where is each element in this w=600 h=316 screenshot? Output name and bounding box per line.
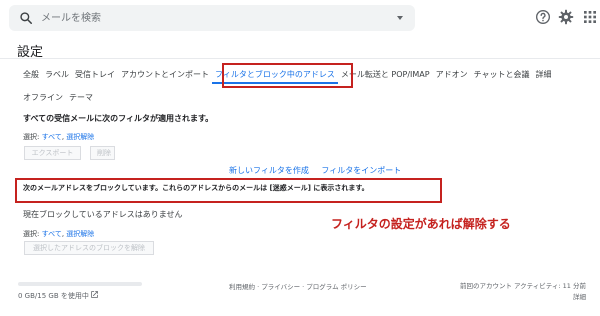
help-icon[interactable]	[535, 9, 551, 25]
tab-accounts-import[interactable]: アカウントとインポート	[118, 68, 212, 84]
select-label: 選択:	[23, 230, 40, 238]
search-bar[interactable]	[9, 5, 415, 31]
delete-button[interactable]: 削除	[90, 146, 115, 160]
annotation-text: フィルタの設定があれば解除する	[331, 217, 511, 231]
search-options-icon[interactable]	[397, 16, 403, 20]
highlight-box-active-tab	[222, 63, 353, 88]
header-divider	[0, 58, 600, 59]
external-link-icon[interactable]	[90, 290, 99, 299]
tab-labels[interactable]: ラベル	[42, 68, 72, 84]
storage-bar	[18, 282, 142, 286]
storage-usage-text: 0 GB/15 GB を使用中	[18, 292, 89, 300]
select-none-link[interactable]: 選択解除	[66, 133, 94, 141]
filters-heading: すべての受信メールに次のフィルタが適用されます。	[23, 114, 214, 123]
gear-icon[interactable]	[558, 9, 574, 25]
tab-chat-meet[interactable]: チャットと会議	[471, 68, 533, 84]
export-button[interactable]: エクスポート	[24, 146, 81, 160]
highlight-box-blocked	[15, 178, 442, 203]
settings-tabs-row2: オフライン テーマ	[20, 91, 96, 107]
select-none-link[interactable]: 選択解除	[66, 230, 94, 238]
footer-activity: 前回のアカウント アクティビティ: 11 分前 詳細	[460, 281, 586, 303]
select-all-link[interactable]: すべて	[42, 133, 62, 141]
last-activity-text: 前回のアカウント アクティビティ: 11 分前	[459, 282, 586, 290]
apps-icon[interactable]	[582, 9, 598, 25]
search-input[interactable]	[41, 11, 381, 25]
search-icon[interactable]	[19, 11, 33, 25]
select-all-link[interactable]: すべて	[42, 230, 62, 238]
tab-themes[interactable]: テーマ	[66, 91, 96, 107]
tab-addons[interactable]: アドオン	[433, 68, 471, 84]
tab-advanced[interactable]: 詳細	[533, 68, 555, 84]
footer-links[interactable]: 利用規約 · プライバシー · プログラム ポリシー	[229, 281, 367, 291]
filters-select-row: 選択: すべて, 選択解除	[23, 133, 95, 141]
no-blocked-addresses-text: 現在ブロックしているアドレスはありません	[23, 210, 183, 219]
import-filter-link[interactable]: フィルタをインポート	[321, 166, 401, 175]
unblock-button[interactable]: 選択したアドレスのブロックを解除	[24, 241, 154, 255]
details-link[interactable]: 詳細	[460, 292, 586, 303]
filter-actions: 新しいフィルタを作成 フィルタをインポート	[229, 165, 411, 176]
tab-inbox[interactable]: 受信トレイ	[72, 68, 118, 84]
select-label: 選択:	[23, 133, 40, 141]
create-filter-link[interactable]: 新しいフィルタを作成	[229, 166, 309, 175]
tab-offline[interactable]: オフライン	[20, 91, 66, 107]
blocked-select-row: 選択: すべて, 選択解除	[23, 230, 95, 238]
tab-general[interactable]: 全般	[20, 68, 42, 84]
